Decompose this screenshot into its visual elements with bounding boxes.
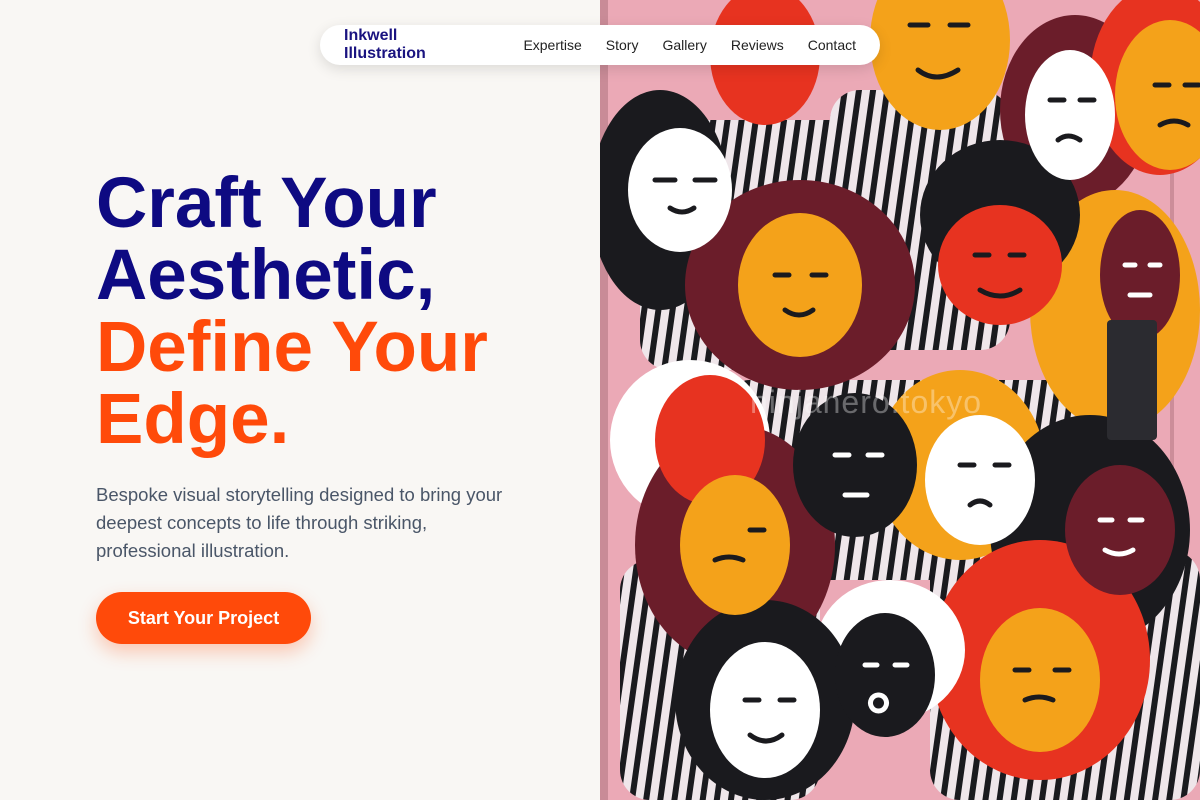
headline-line-1: Craft Your <box>96 164 437 243</box>
headline-line-4: Edge. <box>96 380 290 459</box>
top-navigation: Inkwell Illustration Expertise Story Gal… <box>320 25 880 65</box>
nav-link-reviews[interactable]: Reviews <box>731 37 784 53</box>
mural-watermark: ninjanero.tokyo <box>750 384 983 420</box>
nav-link-story[interactable]: Story <box>606 37 639 53</box>
headline-line-2: Aesthetic, <box>96 236 436 315</box>
headline-line-3: Define Your <box>96 308 488 387</box>
start-project-button[interactable]: Start Your Project <box>96 592 311 644</box>
nav-link-gallery[interactable]: Gallery <box>662 37 706 53</box>
nav-link-contact[interactable]: Contact <box>808 37 856 53</box>
hero-headline: Craft Your Aesthetic, Define Your Edge. <box>96 168 488 456</box>
hero-description: Bespoke visual storytelling designed to … <box>96 484 503 561</box>
hero-mural-image: ninjanero.tokyo <box>600 0 1200 800</box>
brand-logo-link[interactable]: Inkwell Illustration <box>344 27 483 63</box>
nav-link-expertise[interactable]: Expertise <box>523 37 581 53</box>
